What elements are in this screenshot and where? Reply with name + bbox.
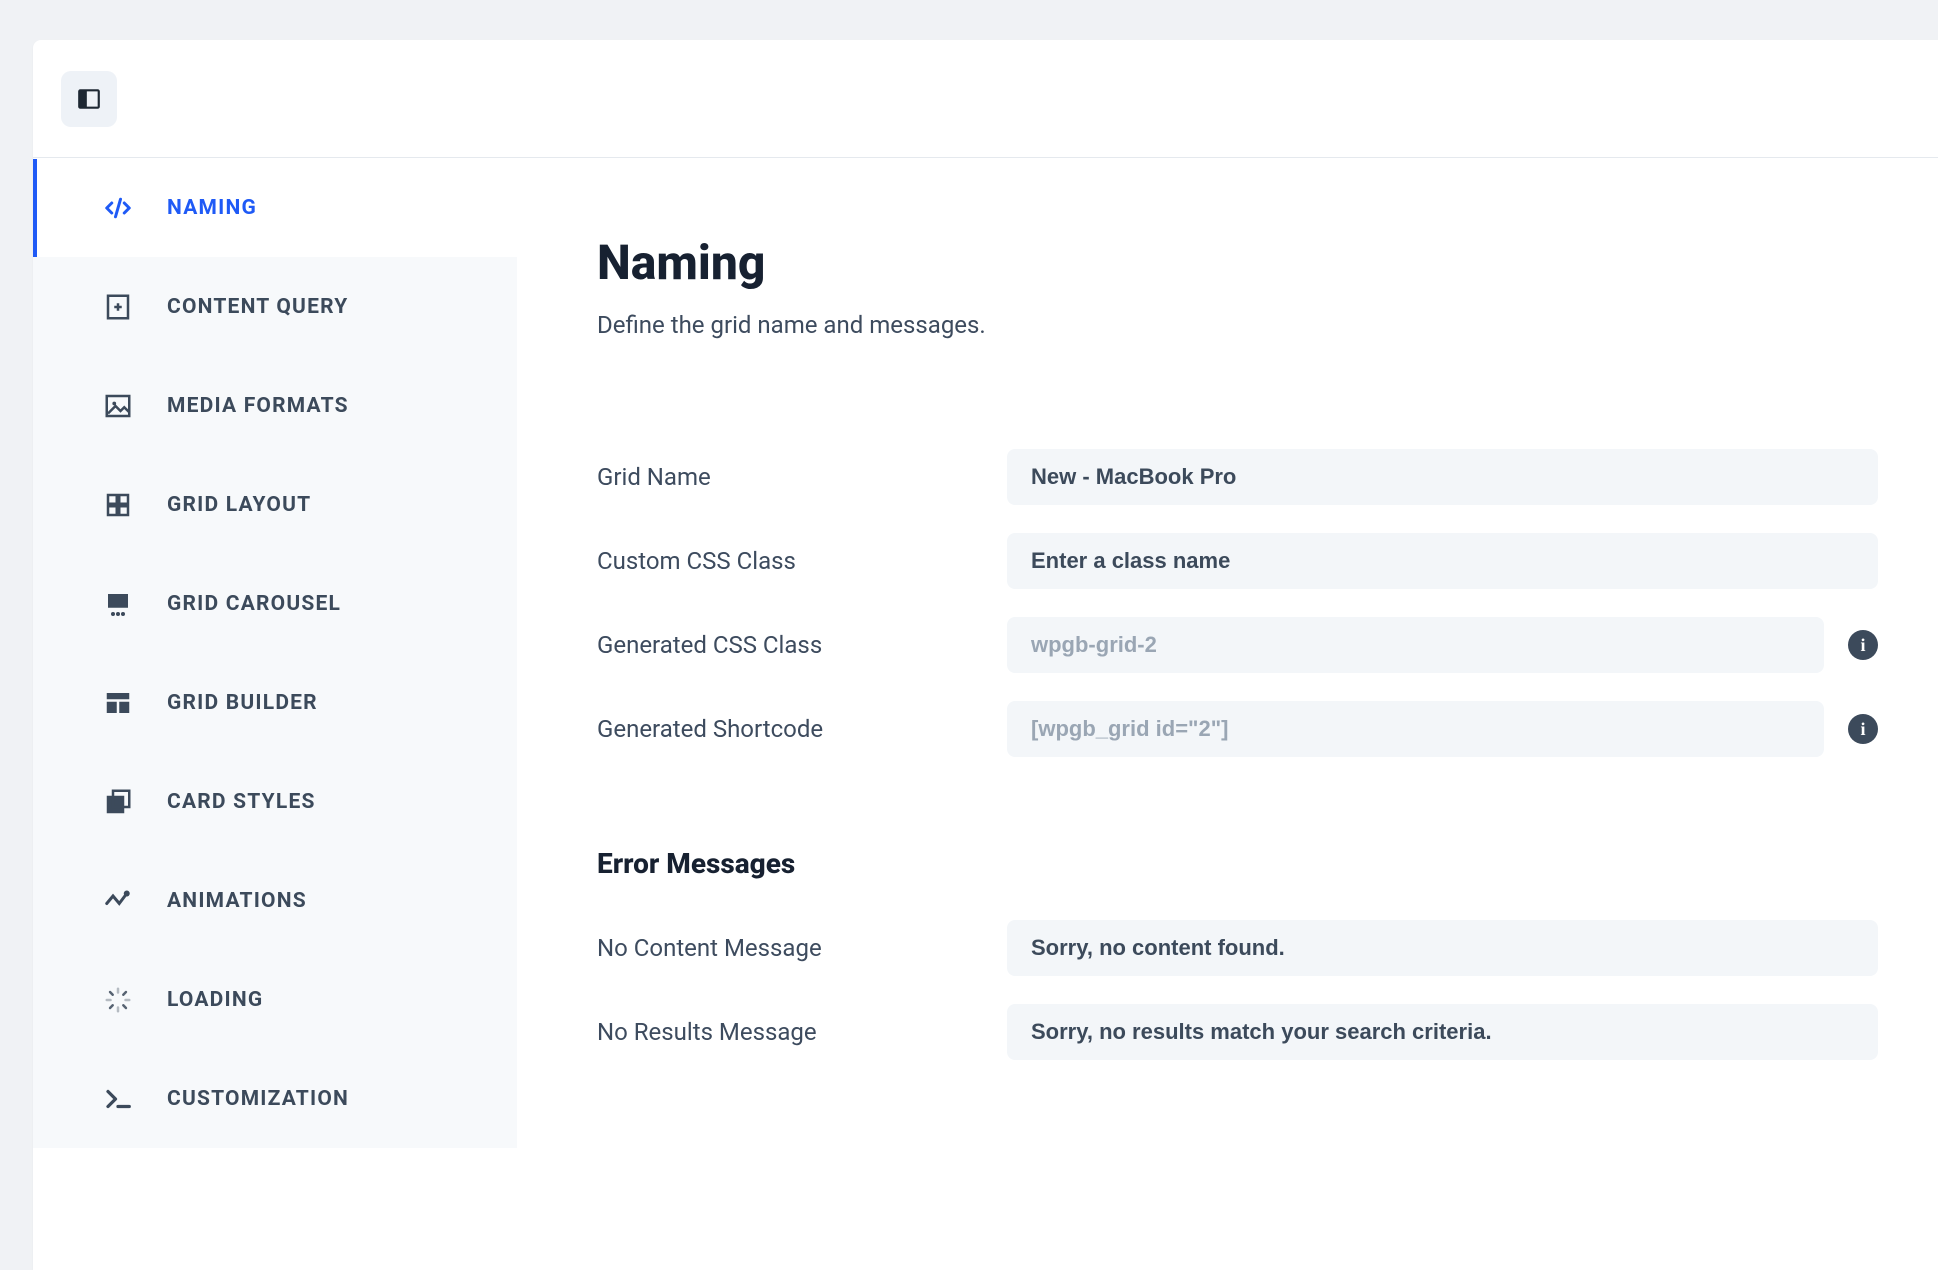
field-label: No Results Message [597,1018,1007,1046]
generated-shortcode-output[interactable] [1007,701,1824,757]
row-no-content: No Content Message [597,920,1878,976]
card-icon [101,785,135,819]
sidebar-item-media-formats[interactable]: MEDIA FORMATS [33,356,517,455]
sidebar-item-label: LOADING [167,988,263,1012]
code-icon [101,191,135,225]
sidebar-item-loading[interactable]: LOADING [33,950,517,1049]
sidebar-item-label: CONTENT QUERY [167,295,348,319]
sidebar-item-grid-carousel[interactable]: GRID CAROUSEL [33,554,517,653]
grid-icon [101,488,135,522]
info-icon[interactable]: i [1848,714,1878,744]
section-title: Error Messages [597,847,1878,880]
builder-icon [101,686,135,720]
sidebar-collapse-button[interactable] [61,71,117,127]
sidebar-item-label: MEDIA FORMATS [167,394,349,418]
sidebar-item-label: GRID BUILDER [167,691,318,715]
no-content-input[interactable] [1007,920,1878,976]
sidebar-item-label: ANIMATIONS [167,889,307,913]
row-generated-shortcode: Generated Shortcode i [597,701,1878,757]
sidebar-item-card-styles[interactable]: CARD STYLES [33,752,517,851]
animation-icon [101,884,135,918]
sidebar-item-animations[interactable]: ANIMATIONS [33,851,517,950]
sidebar-item-label: CUSTOMIZATION [167,1087,349,1111]
sidebar-item-content-query[interactable]: CONTENT QUERY [33,257,517,356]
row-no-results: No Results Message [597,1004,1878,1060]
error-message-fields: No Content Message No Results Message [597,920,1878,1060]
sidebar-item-naming[interactable]: NAMING [33,158,517,257]
terminal-icon [101,1082,135,1116]
field-label: No Content Message [597,934,1007,962]
image-icon [101,389,135,423]
naming-fields: Grid Name Custom CSS Class Generated CSS… [597,449,1878,757]
sidebar-item-label: NAMING [167,196,257,220]
sidebar-item-customization[interactable]: CUSTOMIZATION [33,1049,517,1148]
main-content: Naming Define the grid name and messages… [517,158,1938,1270]
sidebar-collapse-icon [76,86,102,112]
page-title: Naming [597,234,1878,291]
field-label: Generated Shortcode [597,715,1007,743]
field-label: Grid Name [597,463,1007,491]
sidebar-item-grid-layout[interactable]: GRID LAYOUT [33,455,517,554]
sidebar-item-label: CARD STYLES [167,790,316,814]
sidebar-item-label: GRID CAROUSEL [167,592,341,616]
generated-css-output[interactable] [1007,617,1824,673]
no-results-input[interactable] [1007,1004,1878,1060]
sidebar: NAMING CONTENT QUERY MEDIA FORMATS [33,158,517,1270]
info-icon[interactable]: i [1848,630,1878,660]
sidebar-item-grid-builder[interactable]: GRID BUILDER [33,653,517,752]
add-doc-icon [101,290,135,324]
field-label: Custom CSS Class [597,547,1007,575]
row-custom-css: Custom CSS Class [597,533,1878,589]
carousel-icon [101,587,135,621]
field-label: Generated CSS Class [597,631,1007,659]
custom-css-input[interactable] [1007,533,1878,589]
loading-icon [101,983,135,1017]
top-bar [33,40,1938,158]
row-grid-name: Grid Name [597,449,1878,505]
page-subtitle: Define the grid name and messages. [597,311,1878,339]
grid-name-input[interactable] [1007,449,1878,505]
sidebar-item-label: GRID LAYOUT [167,493,311,517]
row-generated-css: Generated CSS Class i [597,617,1878,673]
